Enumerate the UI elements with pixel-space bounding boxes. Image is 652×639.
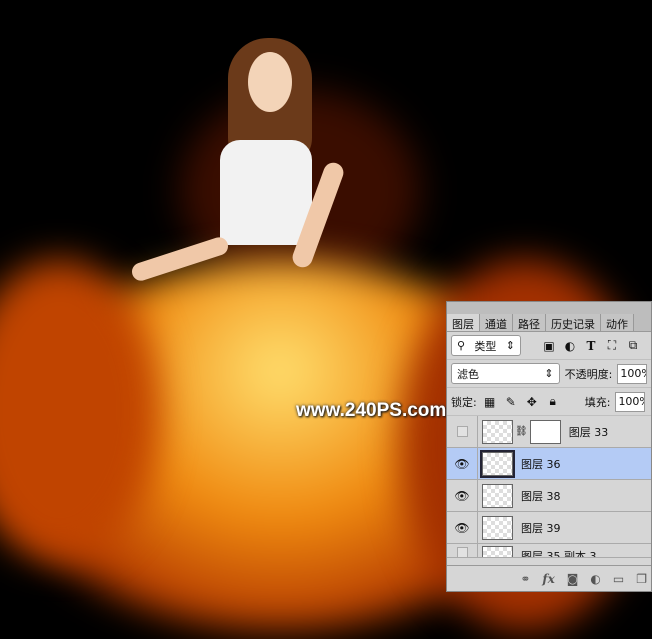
layer-row[interactable]: 👁︎ 图层 39 (447, 511, 651, 544)
tab-channels[interactable]: 通道 (480, 314, 513, 331)
new-layer-icon[interactable]: ❐ (636, 572, 647, 586)
filter-kind-value: 类型 (474, 339, 497, 353)
layer-row[interactable]: 👁︎ 图层 36 (447, 447, 651, 480)
lock-transparent-icon[interactable]: ▦ (482, 395, 498, 409)
blend-mode-value: 滤色 (457, 367, 479, 381)
eye-icon[interactable]: 👁︎ (454, 457, 469, 471)
blend-mode-select[interactable]: 滤色 ⇕ (451, 363, 560, 384)
layer-thumbnail (482, 546, 513, 557)
lock-move-icon[interactable]: ✥ (524, 395, 540, 409)
fill-input[interactable]: 100% (615, 391, 646, 412)
eye-icon[interactable]: 👁︎ (454, 489, 469, 503)
mask-icon[interactable]: ◙ (567, 572, 579, 586)
opacity-input[interactable]: 100% (617, 363, 647, 384)
lock-label: 锁定: (451, 395, 477, 409)
fx-icon[interactable]: fx (542, 572, 554, 586)
eye-icon[interactable]: 👁︎ (454, 521, 469, 535)
tab-layers[interactable]: 图层 (447, 314, 480, 331)
type-filter-icon[interactable]: T (583, 339, 599, 353)
layer-list: ⛓ 图层 33 👁︎ 图层 36 👁︎ 图层 38 👁︎ 图层 39 图层 35… (447, 415, 651, 558)
face (248, 52, 292, 112)
layer-row[interactable]: 图层 35 副本 3 (447, 544, 651, 558)
white-top (220, 140, 312, 245)
filter-row: ⚲ 类型 ⇕ ▣ ◐ T ⛶ ⧉ (447, 332, 651, 360)
filter-kind-select[interactable]: ⚲ 类型 ⇕ (451, 335, 521, 356)
layer-name: 图层 36 (521, 457, 561, 471)
opacity-label: 不透明度: (564, 367, 613, 381)
tab-actions[interactable]: 动作 (601, 314, 634, 331)
layers-panel: 图层 通道 路径 历史记录 动作 ⚲ 类型 ⇕ ▣ ◐ T ⛶ ⧉ 滤色 ⇕ 不透明度… (446, 301, 652, 592)
shape-filter-icon[interactable]: ⛶ (604, 338, 620, 353)
panel-tabs: 图层 通道 路径 历史记录 动作 (447, 302, 651, 332)
stepper-icon: ⇕ (544, 367, 554, 380)
layer-thumbnail (482, 419, 513, 444)
layer-thumbnail (480, 449, 515, 478)
layer-name: 图层 35 副本 3 (521, 550, 597, 558)
layer-thumbnail (482, 515, 513, 540)
stepper-icon: ⇕ (505, 339, 515, 352)
adjustment-filter-icon[interactable]: ◐ (562, 339, 578, 353)
tab-paths[interactable]: 路径 (513, 314, 546, 331)
layer-name: 图层 33 (568, 425, 609, 439)
folder-icon[interactable]: ▭ (613, 572, 624, 586)
tab-history[interactable]: 历史记录 (546, 314, 601, 331)
visibility-toggle[interactable] (456, 426, 468, 437)
layer-name: 图层 38 (521, 489, 561, 503)
lock-row: 锁定: ▦ ✎ ✥ 🔒︎ 填充: 100% (447, 388, 651, 416)
panel-footer: ⚭ fx ◙ ◐ ▭ ❐ (447, 565, 651, 591)
layer-name: 图层 39 (521, 521, 561, 535)
lock-paint-brush-icon[interactable]: ✎ (503, 395, 519, 409)
layer-row[interactable]: 👁︎ 图层 38 (447, 479, 651, 512)
watermark: www.240PS.com (296, 400, 447, 421)
search-icon: ⚲ (457, 339, 466, 352)
layer-thumbnail (482, 483, 513, 508)
image-filter-icon[interactable]: ▣ (541, 339, 557, 353)
lock-all-icon[interactable]: 🔒︎ (545, 394, 561, 409)
link-icon[interactable]: ⚭ (520, 572, 530, 586)
link-icon[interactable]: ⛓ (515, 426, 528, 437)
smart-object-filter-icon[interactable]: ⧉ (625, 338, 641, 353)
visibility-toggle[interactable] (456, 547, 468, 557)
fill-label: 填充: (584, 395, 611, 409)
layer-row[interactable]: ⛓ 图层 33 (447, 415, 651, 448)
blend-row: 滤色 ⇕ 不透明度: 100% (447, 360, 651, 388)
adjustment-icon[interactable]: ◐ (590, 572, 600, 586)
layer-mask-thumbnail[interactable] (529, 419, 561, 444)
